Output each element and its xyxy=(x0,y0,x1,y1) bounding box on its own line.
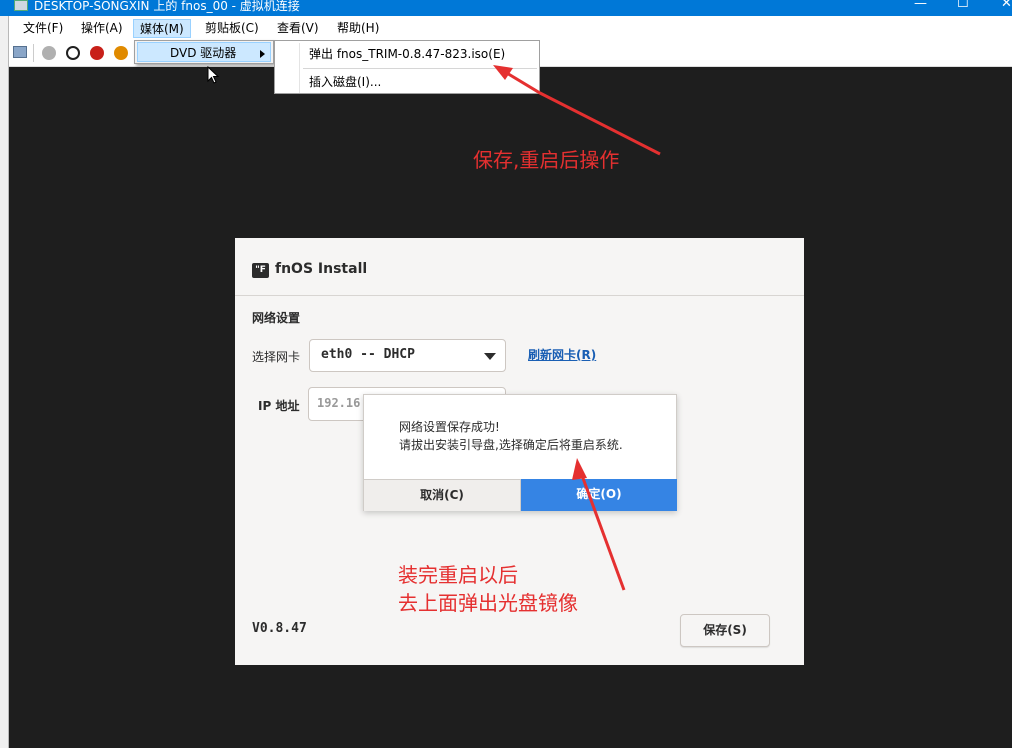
annotation-bottom-line1: 装完重启以后 xyxy=(398,563,518,587)
annotation-top: 保存,重启后操作 xyxy=(473,148,620,172)
arrow-to-eject-head xyxy=(493,65,513,80)
arrow-to-ok-line xyxy=(578,469,626,591)
arrow-to-ok-head xyxy=(572,458,587,480)
annotation-arrows xyxy=(493,65,661,591)
annotation-bottom-line2: 去上面弹出光盘镜像 xyxy=(398,591,578,615)
arrow-to-eject-line xyxy=(499,67,661,156)
